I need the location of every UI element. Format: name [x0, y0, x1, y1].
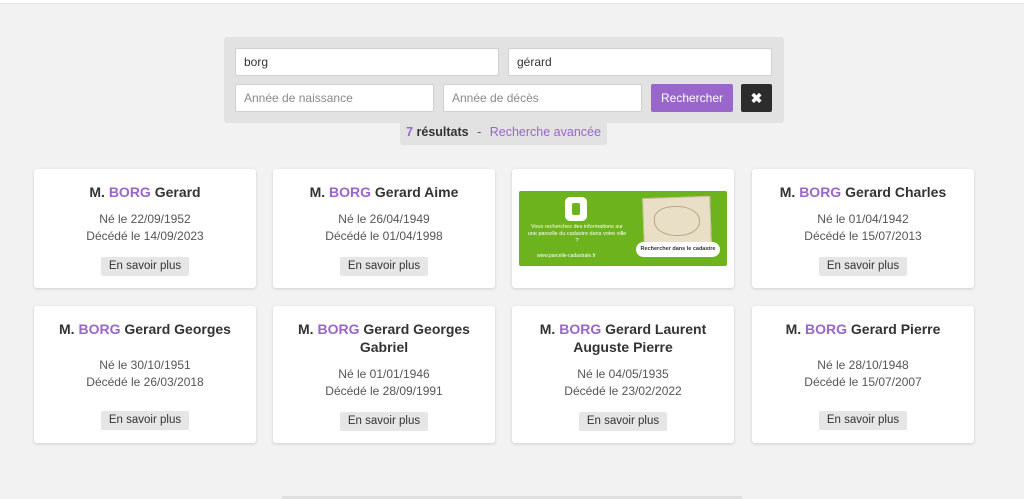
death-date: Décédé le 28/09/1991 — [325, 384, 443, 398]
death-date: Décédé le 14/09/2023 — [86, 229, 204, 243]
death-date: Décédé le 15/07/2013 — [804, 229, 922, 243]
person-dates: Né le 26/04/1949 Décédé le 01/04/1998 — [273, 211, 495, 245]
advanced-search-link[interactable]: Recherche avancée — [490, 125, 601, 139]
ad-url: www.parcelle-cadastrale.fr — [537, 253, 596, 259]
close-icon: ✖ — [750, 89, 763, 106]
more-info-button[interactable]: En savoir plus — [818, 411, 908, 430]
more-info-button[interactable]: En savoir plus — [339, 412, 429, 431]
more-info-button[interactable]: En savoir plus — [339, 257, 429, 276]
person-card[interactable]: M. BORG Gerard Pierre Né le 28/10/1948 D… — [752, 306, 974, 443]
person-dates: Né le 22/09/1952 Décédé le 14/09/2023 — [34, 211, 256, 245]
person-name: M. BORG Gerard Aime — [309, 184, 459, 200]
death-date: Décédé le 15/07/2007 — [804, 375, 922, 389]
person-dates: Né le 30/10/1951 Décédé le 26/03/2018 — [34, 357, 256, 391]
person-card[interactable]: M. BORG Gerard Charles Né le 01/04/1942 … — [752, 169, 974, 288]
person-dates: Né le 04/05/1935 Décédé le 23/02/2022 — [512, 366, 734, 400]
name-input[interactable] — [235, 48, 499, 76]
person-card[interactable]: M. BORG Gerard Né le 22/09/1952 Décédé l… — [34, 169, 256, 288]
birth-date: Né le 28/10/1948 — [817, 358, 909, 372]
person-name: M. BORG Gerard Pierre — [785, 321, 941, 337]
clear-button[interactable]: ✖ — [741, 84, 772, 112]
ad-cta-button[interactable]: Rechercher dans le cadastre — [636, 242, 720, 257]
death-date: Décédé le 01/04/1998 — [325, 229, 443, 243]
death-date: Décédé le 26/03/2018 — [86, 375, 204, 389]
person-name: M. BORG Gerard Georges Gabriel — [298, 321, 470, 355]
birth-date: Né le 26/04/1949 — [338, 212, 430, 226]
person-dates: Né le 01/01/1946 Décédé le 28/09/1991 — [273, 366, 495, 400]
more-info-button[interactable]: En savoir plus — [100, 257, 190, 276]
birth-date: Né le 22/09/1952 — [99, 212, 191, 226]
person-card[interactable]: M. BORG Gerard Georges Gabriel Né le 01/… — [273, 306, 495, 443]
results-separator: - — [477, 125, 482, 139]
ad-text: Vous recherchez des informations sur une… — [527, 224, 627, 244]
person-name: M. BORG Gerard Georges — [59, 321, 231, 337]
death-year-input[interactable] — [443, 84, 642, 112]
firstname-input[interactable] — [508, 48, 772, 76]
birth-date: Né le 01/04/1942 — [817, 212, 909, 226]
person-card[interactable]: M. BORG Gerard Aime Né le 26/04/1949 Déc… — [273, 169, 495, 288]
person-dates: Né le 28/10/1948 Décédé le 15/07/2007 — [752, 357, 974, 391]
birth-date: Né le 01/01/1946 — [338, 367, 430, 381]
more-info-button[interactable]: En savoir plus — [818, 257, 908, 276]
results-label: résultats — [416, 125, 469, 139]
person-card[interactable]: M. BORG Gerard Georges Né le 30/10/1951 … — [34, 306, 256, 443]
search-button[interactable]: Rechercher — [651, 84, 733, 112]
more-info-button[interactable]: En savoir plus — [100, 411, 190, 430]
birth-year-input[interactable] — [235, 84, 434, 112]
birth-date: Né le 30/10/1951 — [99, 358, 191, 372]
person-dates: Né le 01/04/1942 Décédé le 15/07/2013 — [752, 211, 974, 245]
results-count: 7 — [406, 125, 414, 139]
person-name: M. BORG Gerard — [89, 184, 201, 200]
top-bar — [0, 0, 1024, 4]
cadastre-ad-banner[interactable]: Vous recherchez des informations sur une… — [519, 191, 727, 266]
person-card[interactable]: M. BORG Gerard Laurent Auguste Pierre Né… — [512, 306, 734, 443]
cadastre-logo-icon — [565, 197, 587, 221]
map-icon — [642, 195, 712, 247]
birth-date: Né le 04/05/1935 — [577, 367, 669, 381]
person-name: M. BORG Gerard Laurent Auguste Pierre — [539, 321, 707, 355]
search-panel: Rechercher ✖ — [224, 37, 784, 123]
death-date: Décédé le 23/02/2022 — [564, 384, 682, 398]
person-name: M. BORG Gerard Charles — [779, 184, 947, 200]
more-info-button[interactable]: En savoir plus — [578, 412, 668, 431]
results-summary: 7 résultats - Recherche avancée — [400, 122, 607, 145]
